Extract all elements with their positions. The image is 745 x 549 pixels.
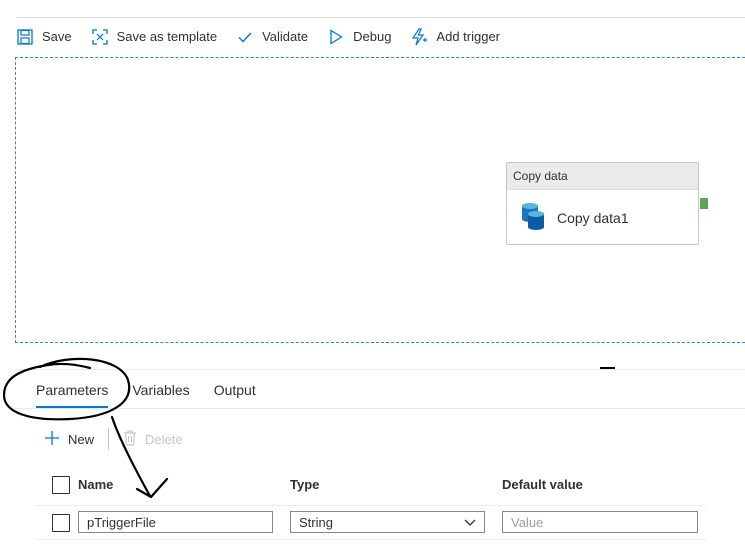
parameter-default-value-input[interactable] <box>502 511 698 533</box>
action-separator <box>108 428 110 450</box>
parameter-name-input[interactable] <box>78 511 273 533</box>
save-label: Save <box>42 29 72 44</box>
row-checkbox[interactable] <box>52 514 70 532</box>
validate-label: Validate <box>262 29 309 44</box>
parameter-type-select[interactable]: String <box>290 511 485 533</box>
save-as-template-label: Save as template <box>116 29 218 44</box>
template-icon <box>91 28 109 46</box>
validate-button[interactable]: Validate <box>236 28 308 46</box>
header-divider <box>36 505 706 506</box>
debug-button[interactable]: Debug <box>327 28 391 46</box>
column-header-name[interactable]: Name <box>78 477 113 492</box>
delete-label: Delete <box>145 431 183 447</box>
row-divider <box>36 539 706 540</box>
copy-data-activity[interactable]: Copy data Copy data1 <box>506 162 699 245</box>
column-header-default-value[interactable]: Default value <box>502 477 583 492</box>
database-copy-icon <box>519 201 547 234</box>
debug-label: Debug <box>353 29 392 44</box>
lightning-icon <box>410 27 428 46</box>
add-trigger-label: Add trigger <box>436 29 501 44</box>
new-parameter-button[interactable]: New <box>44 430 94 449</box>
save-icon <box>16 28 34 46</box>
play-icon <box>327 28 345 46</box>
pipeline-canvas[interactable]: Copy data Copy data1 <box>15 57 745 343</box>
checkmark-icon <box>236 28 254 46</box>
select-all-checkbox[interactable] <box>52 476 70 494</box>
tab-variables[interactable]: Variables <box>132 382 189 408</box>
new-label: New <box>68 431 95 447</box>
tab-output[interactable]: Output <box>214 382 256 408</box>
tab-parameters[interactable]: Parameters <box>36 382 109 408</box>
save-button[interactable]: Save <box>16 28 72 46</box>
pipeline-toolbar: Save Save as template Validate Debug Add… <box>16 17 745 55</box>
activity-name: Copy data1 <box>557 209 629 226</box>
tabs-divider <box>15 408 745 409</box>
save-as-template-button[interactable]: Save as template <box>91 28 217 46</box>
trash-icon <box>123 429 137 449</box>
chevron-down-icon <box>464 515 476 530</box>
panel-divider <box>15 369 745 370</box>
column-header-type[interactable]: Type <box>290 477 319 492</box>
parameter-actions: New Delete <box>44 428 183 450</box>
activity-type-label: Copy data <box>507 163 698 190</box>
delete-parameter-button[interactable]: Delete <box>123 429 183 449</box>
bottom-panel-tabs: Parameters Variables Output <box>36 382 280 408</box>
plus-icon <box>44 430 60 449</box>
parameter-type-value: String <box>299 514 333 530</box>
add-trigger-button[interactable]: Add trigger <box>410 27 501 46</box>
success-output-port[interactable] <box>700 198 708 209</box>
